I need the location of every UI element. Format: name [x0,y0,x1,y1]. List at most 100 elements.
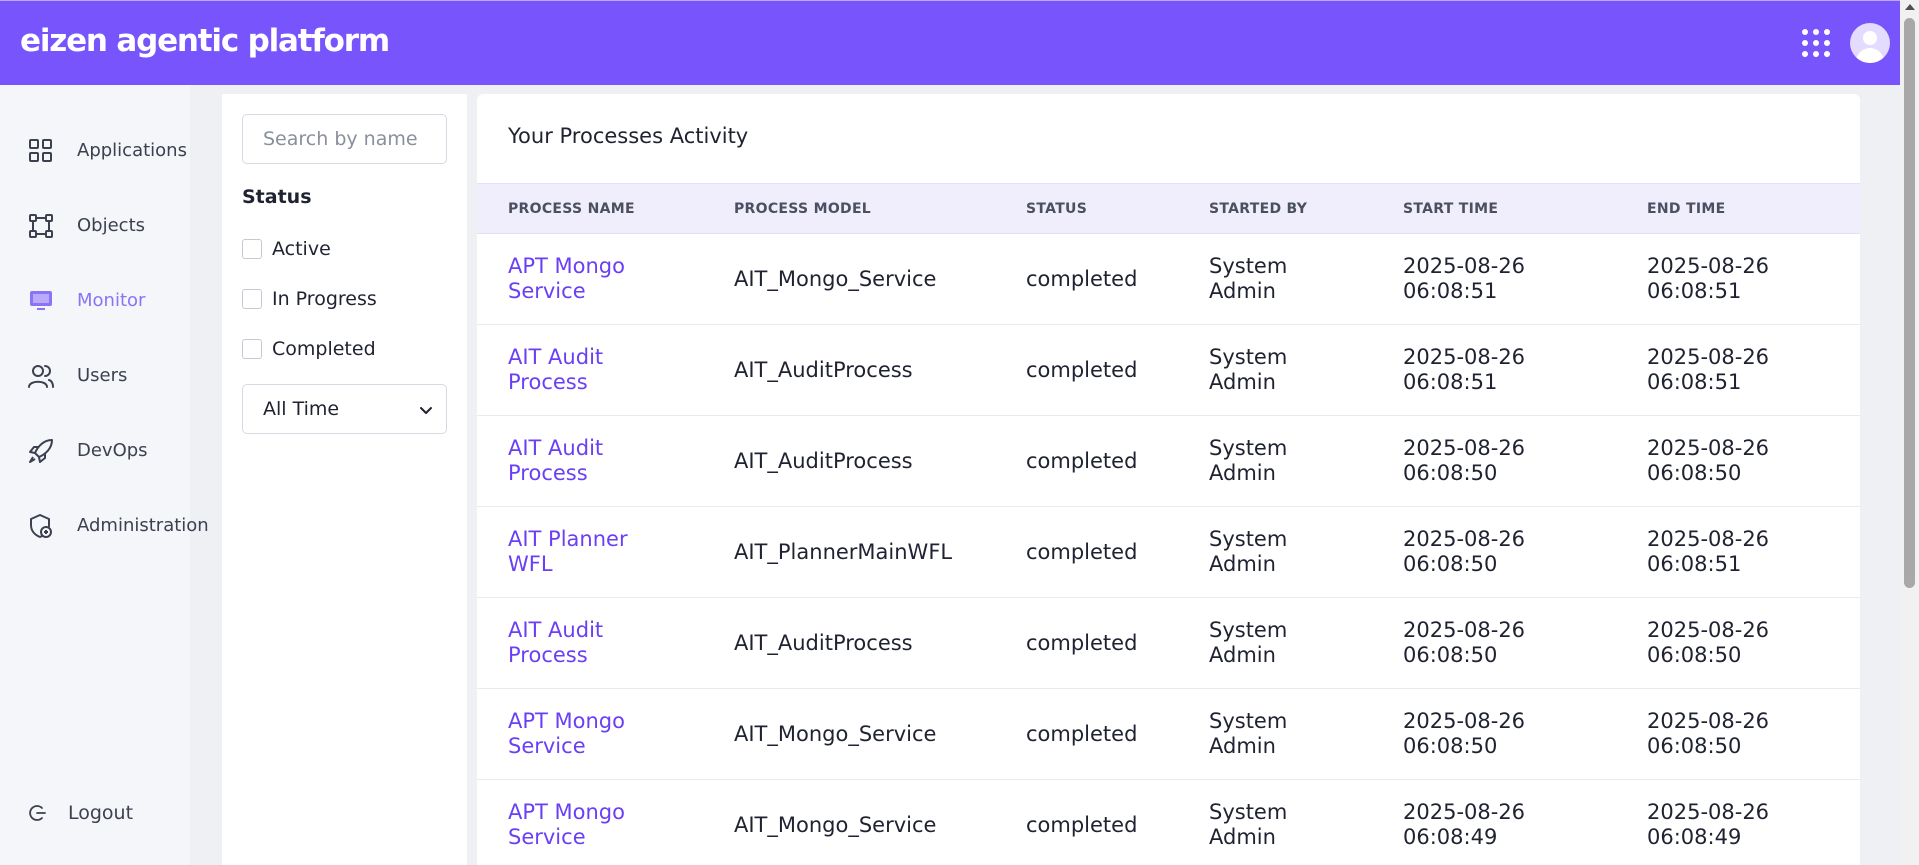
status-checkbox-completed[interactable]: Completed [242,336,376,362]
column-header-end-time[interactable]: END TIME [1647,201,1725,217]
table-body: APT Mongo Service AIT_Mongo_Service comple… [477,234,1860,865]
process-model-cell: AIT_Mongo_Service [734,267,937,291]
status-cell: completed [1026,267,1138,291]
column-header-status[interactable]: STATUS [1026,201,1087,217]
sidebar-item-objects[interactable]: Objects [0,200,190,250]
status-cell: completed [1026,358,1138,382]
page-scrollbar[interactable] [1900,0,1919,865]
process-model-cell: AIT_PlannerMainWFL [734,540,953,564]
start-time-cell: 2025-08-26 06:08:50 [1403,618,1526,667]
sidebar-item-administration[interactable]: Administration [0,500,209,550]
checkbox[interactable] [242,339,262,359]
started-by-cell: System Admin [1209,800,1288,849]
process-name-link[interactable]: AIT Audit Process [508,618,658,668]
panel-title: Your Processes Activity [508,124,749,148]
started-by-cell: System Admin [1209,618,1288,667]
column-header-started-by[interactable]: STARTED BY [1209,201,1307,217]
start-time-cell: 2025-08-26 06:08:51 [1403,345,1526,394]
start-time-cell: 2025-08-26 06:08:49 [1403,800,1526,849]
started-by-cell: System Admin [1209,709,1288,758]
started-by-cell: System Admin [1209,254,1288,303]
end-time-cell: 2025-08-26 06:08:51 [1647,527,1770,576]
column-header-process-model[interactable]: PROCESS MODEL [734,201,871,217]
table-row[interactable]: APT Mongo Service AIT_Mongo_Service comple… [477,780,1860,865]
process-name-link[interactable]: AIT Planner WFL [508,527,658,577]
start-time-cell: 2025-08-26 06:08:50 [1403,436,1526,485]
started-by-cell: System Admin [1209,345,1288,394]
table-row[interactable]: AIT Audit Process AIT_AuditProcess complet… [477,325,1860,416]
logout-icon [29,805,46,821]
started-by-cell: System Admin [1209,436,1288,485]
sidebar-item-label: Administration [77,515,209,536]
status-checkbox-active[interactable]: Active [242,236,331,262]
sidebar-item-label: Objects [77,215,146,236]
logout-label: Logout [68,802,134,824]
checkbox[interactable] [242,289,262,309]
search-input[interactable] [242,114,447,164]
start-time-cell: 2025-08-26 06:08:50 [1403,709,1526,758]
process-name-link[interactable]: AIT Audit Process [508,436,658,486]
end-time-cell: 2025-08-26 06:08:50 [1647,436,1770,485]
status-cell: completed [1026,540,1138,564]
sidebar-item-monitor[interactable]: Monitor [0,275,190,325]
time-range-value: All Time [263,398,340,420]
column-header-start-time[interactable]: START TIME [1403,201,1498,217]
process-model-cell: AIT_AuditProcess [734,449,913,473]
end-time-cell: 2025-08-26 06:08:51 [1647,254,1770,303]
rocket-icon [29,439,53,463]
objects-icon [29,214,53,238]
table-row[interactable]: AIT Audit Process AIT_AuditProcess complet… [477,416,1860,507]
filter-panel: Status Active In Progress Completed All … [222,94,467,865]
sidebar-item-users[interactable]: Users [0,350,190,400]
checkbox-label: In Progress [272,288,377,310]
sidebar-item-devops[interactable]: DevOps [0,425,190,475]
end-time-cell: 2025-08-26 06:08:50 [1647,709,1770,758]
sidebar-item-applications[interactable]: Applications [0,125,190,175]
user-avatar-icon[interactable] [1850,23,1890,63]
end-time-cell: 2025-08-26 06:08:49 [1647,800,1770,849]
end-time-cell: 2025-08-26 06:08:51 [1647,345,1770,394]
process-name-link[interactable]: AIT Audit Process [508,345,658,395]
admin-shield-icon [30,514,52,538]
status-cell: completed [1026,813,1138,837]
top-bar: eizen agentic platform [0,0,1900,85]
status-cell: completed [1026,449,1138,473]
table-row[interactable]: APT Mongo Service AIT_Mongo_Service comple… [477,234,1860,325]
process-model-cell: AIT_Mongo_Service [734,722,937,746]
status-checkbox-in-progress[interactable]: In Progress [242,286,377,312]
table-row[interactable]: APT Mongo Service AIT_Mongo_Service comple… [477,689,1860,780]
table-row[interactable]: AIT Audit Process AIT_AuditProcess complet… [477,598,1860,689]
process-model-cell: AIT_AuditProcess [734,358,913,382]
process-name-link[interactable]: APT Mongo Service [508,709,658,759]
apps-grid-icon [29,139,52,162]
sidebar-item-label: Monitor [77,290,146,311]
status-filter-title: Status [242,186,312,208]
process-model-cell: AIT_AuditProcess [734,631,913,655]
time-range-select[interactable]: All Time [242,384,447,434]
grid-dots-icon[interactable] [1802,29,1830,57]
start-time-cell: 2025-08-26 06:08:51 [1403,254,1526,303]
process-name-link[interactable]: APT Mongo Service [508,254,658,304]
monitor-icon [30,291,52,310]
chevron-down-icon [420,407,432,414]
sidebar: Applications Objects Monitor Users DevOp… [0,85,209,865]
scrollbar-thumb[interactable] [1904,18,1915,588]
status-cell: completed [1026,722,1138,746]
sidebar-item-label: Applications [77,140,187,161]
table-row[interactable]: AIT Planner WFL AIT_PlannerMainWFL complet… [477,507,1860,598]
column-header-process-name[interactable]: PROCESS NAME [508,201,635,217]
checkbox[interactable] [242,239,262,259]
process-model-cell: AIT_Mongo_Service [734,813,937,837]
scroll-up-arrow-icon[interactable] [1905,4,1915,10]
logout-button[interactable]: Logout [0,791,190,835]
status-cell: completed [1026,631,1138,655]
brand-logo[interactable]: eizen agentic platform [20,23,390,59]
sidebar-item-label: DevOps [77,440,148,461]
process-name-link[interactable]: APT Mongo Service [508,800,658,850]
checkbox-label: Completed [272,338,376,360]
table-header: PROCESS NAME PROCESS MODEL STATUS STARTE… [477,183,1860,234]
end-time-cell: 2025-08-26 06:08:50 [1647,618,1770,667]
checkbox-label: Active [272,238,331,260]
users-icon [28,365,54,388]
start-time-cell: 2025-08-26 06:08:50 [1403,527,1526,576]
